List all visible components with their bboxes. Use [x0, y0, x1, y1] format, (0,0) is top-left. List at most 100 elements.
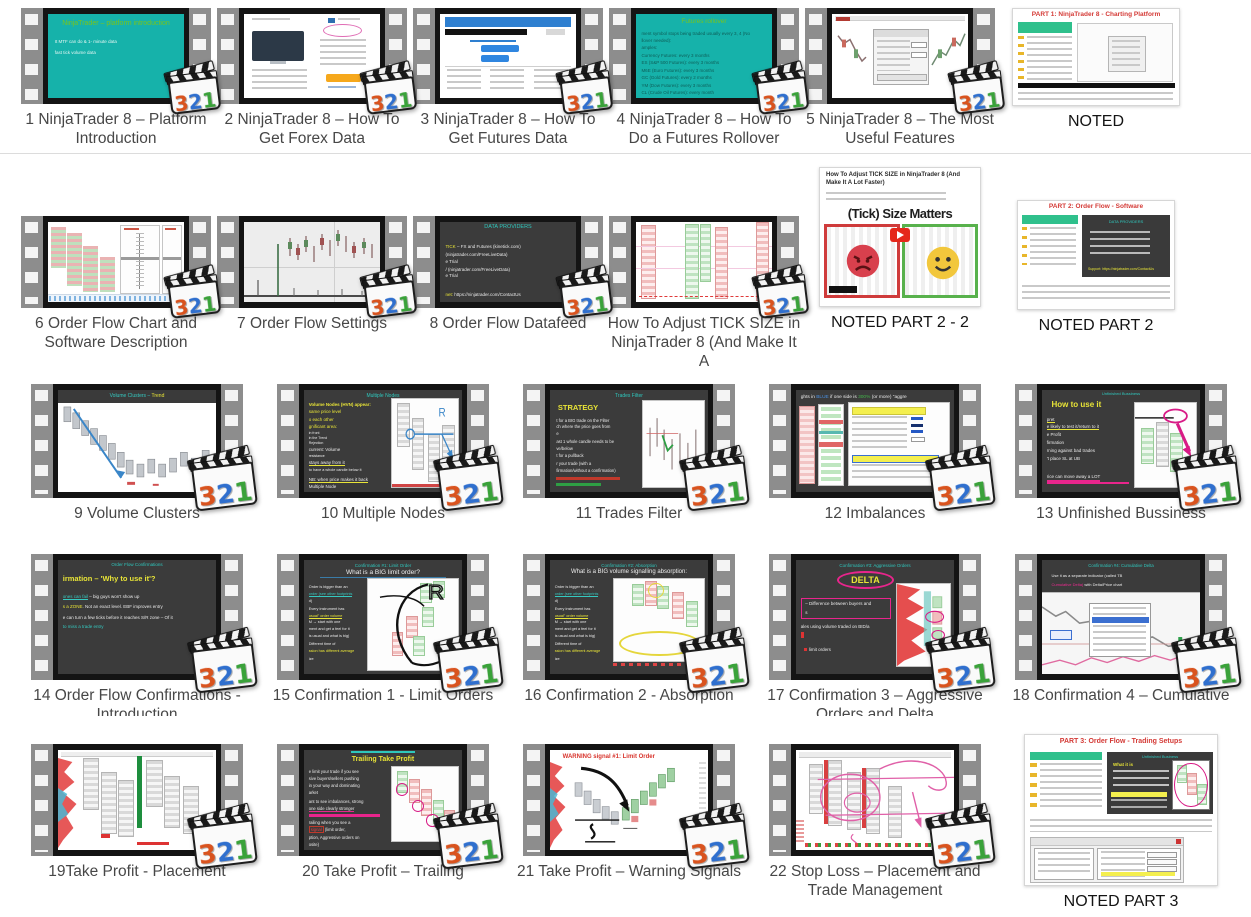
- indicator-dropdown: [1089, 603, 1151, 657]
- video-caption[interactable]: 2 NinjaTrader 8 – How To Get Forex Data: [214, 110, 410, 148]
- play-triangle: [897, 231, 904, 239]
- support-line: Support: https://ninjatrader.com/Contact…: [1088, 267, 1164, 271]
- slide-title: Confirmation #4: Cumulative Delta: [1042, 563, 1200, 568]
- doc-caption[interactable]: NOTED: [1068, 112, 1124, 131]
- video-item-15[interactable]: Confirmation #1: Limit Order What is a B…: [260, 554, 506, 705]
- media-player-classic-icon: 321: [755, 271, 810, 319]
- doc-caption[interactable]: NOTED PART 2 - 2: [831, 313, 969, 332]
- slide-line: CL (Crude Oil Futures): every month: [641, 90, 714, 95]
- list-icons: [1018, 36, 1024, 80]
- screenshot-area: [1077, 23, 1173, 82]
- footprint-stack: [83, 246, 98, 292]
- happy-image-box: [902, 224, 978, 298]
- video-item-5[interactable]: 321 5 NinjaTrader 8 – The Most Useful Fe…: [802, 8, 998, 148]
- video-caption[interactable]: 9 Volume Clusters: [74, 504, 200, 523]
- video-item-1[interactable]: NinjaTrader – platform introduction It M…: [18, 8, 214, 148]
- doc-item-noted[interactable]: PART 1: NinjaTrader 8 - Charting Platfor…: [998, 8, 1194, 131]
- yellow-phrase: s a ZONE: [63, 604, 83, 609]
- video-item-12[interactable]: ghts in BLUE if one side is 300% (or mor…: [752, 384, 998, 523]
- video-item-17[interactable]: Confirmation #3: Aggressive Orders DELTA…: [752, 554, 998, 716]
- film-thumbnail: Trades Filter STRATEGY t for a BIG trade…: [523, 384, 735, 498]
- volume-profile: [550, 762, 567, 848]
- media-player-classic-icon: 321: [190, 810, 258, 869]
- doc-item-noted-2-2[interactable]: How To Adjust TICK SIZE in NinjaTrader 8…: [802, 167, 998, 332]
- video-item-8[interactable]: DATA PROVIDERS TICK – FX and Futures (ki…: [410, 216, 606, 333]
- video-item-6[interactable]: 321 6 Order Flow Chart and Software Desc…: [18, 216, 214, 352]
- slide-line: firmation: [1047, 440, 1064, 445]
- film-thumbnail: 321: [609, 216, 799, 308]
- red-word: signal: [309, 826, 324, 833]
- slide-line: Different time of: [555, 642, 582, 646]
- video-caption[interactable]: 11 Trades Filter: [576, 504, 683, 523]
- slide-line: e Trial: [445, 273, 457, 278]
- red-dashed-line: [639, 296, 770, 297]
- video-item-18[interactable]: Confirmation #4: Cumulative Delta Use it…: [998, 554, 1244, 705]
- blue-swatch: [911, 430, 923, 433]
- red-cells: [672, 592, 684, 619]
- film-sprockets-left: [217, 8, 239, 104]
- video-item-10[interactable]: Multiple Nodes Volume Nodes (HVN) appear…: [260, 384, 506, 523]
- film-thumbnail: 321: [217, 216, 407, 308]
- video-item-20[interactable]: Trailing Take Profit e limit your trade …: [260, 744, 506, 881]
- film-sprockets-left: [609, 216, 631, 308]
- video-item-4[interactable]: Futures rollover ment symbol stops being…: [606, 8, 802, 148]
- video-item-9[interactable]: Volume Clusters – Trend 321 9 Volume Clu…: [14, 384, 260, 523]
- row-separator: [0, 153, 1251, 154]
- video-caption[interactable]: 5 NinjaTrader 8 – The Most Useful Featur…: [802, 110, 998, 148]
- orange-button: [326, 74, 361, 82]
- video-caption[interactable]: 6 Order Flow Chart and Software Descript…: [18, 314, 214, 352]
- video-item-3[interactable]: 321 3 NinjaTrader 8 – How To Get Futures…: [410, 8, 606, 148]
- media-player-classic-icon: 321: [436, 634, 504, 693]
- slide-line: ption, Aggressive orders on: [309, 835, 360, 840]
- dialog-titlebar: [874, 30, 928, 36]
- slide-line: NB: when price makes it back: [309, 477, 368, 483]
- slide-line: Order is bigger than an: [309, 585, 348, 589]
- chart-thumb: [244, 222, 380, 302]
- slide-title: Confirmation #1: Limit Order: [304, 563, 462, 568]
- header-text: ghts in: [801, 395, 816, 400]
- video-caption[interactable]: 3 NinjaTrader 8 – How To Get Futures Dat…: [410, 110, 606, 148]
- chart-header: Volume Clusters – Trend: [58, 390, 216, 403]
- video-item-22[interactable]: 321 22 Stop Loss – Placement and Trade M…: [752, 744, 998, 900]
- video-item-14[interactable]: Order Flow Confirmations irmation – 'Why…: [14, 554, 260, 716]
- green-candle: [137, 756, 142, 828]
- thumbnail-row-2: 321 6 Order Flow Chart and Software Desc…: [0, 160, 1194, 371]
- video-item-19[interactable]: 321 19Take Profit - Placement: [14, 744, 260, 881]
- slide-line: ales using volume traded on BID/a: [801, 624, 870, 629]
- video-item-16[interactable]: Confirmation #2: Absorption What is a BI…: [506, 554, 752, 705]
- video-caption[interactable]: 4 NinjaTrader 8 – How To Do a Futures Ro…: [606, 110, 802, 148]
- slide-line: ch where the price goes from: [556, 424, 610, 429]
- video-item-2[interactable]: 321 2 NinjaTrader 8 – How To Get Forex D…: [214, 8, 410, 148]
- video-caption[interactable]: 7 Order Flow Settings: [237, 314, 387, 333]
- text-column: [447, 69, 481, 93]
- slide-line: resistance: [309, 454, 325, 458]
- video-item-21[interactable]: WARNING signal #1: Limit Order: [506, 744, 752, 881]
- video-caption[interactable]: 10 Multiple Nodes: [321, 504, 445, 523]
- doc-item-noted-2[interactable]: PART 2: Order Flow - Software DATA PROVI…: [998, 200, 1194, 335]
- video-item-7[interactable]: 321 7 Order Flow Settings: [214, 216, 410, 333]
- form-lines: [320, 39, 366, 69]
- panel-lines: [1113, 770, 1169, 786]
- film-thumbnail: 321: [413, 8, 603, 104]
- media-player-classic-icon: 321: [190, 452, 258, 511]
- delta-dot-row: [805, 843, 944, 847]
- highlight-word: net:: [445, 292, 453, 297]
- video-caption[interactable]: 20 Take Profit – Trailing: [302, 862, 464, 881]
- video-item-13[interactable]: Unfinished Bussiness How to use it pret …: [998, 384, 1244, 523]
- doc-caption[interactable]: NOTED PART 3: [1064, 892, 1179, 911]
- video-caption[interactable]: How To Adjust TICK SIZE in NinjaTrader 8…: [606, 314, 802, 371]
- red-column: [715, 227, 728, 299]
- doc-caption[interactable]: NOTED PART 2: [1039, 316, 1154, 335]
- film-screen: DATA PROVIDERS TICK – FX and Futures (ki…: [435, 216, 581, 308]
- media-player-classic-icon: 321: [363, 271, 418, 319]
- video-caption[interactable]: 1 NinjaTrader 8 – Platform Introduction: [18, 110, 214, 148]
- site-header: [445, 17, 570, 27]
- doc-item-noted-3[interactable]: PART 3: Order Flow - Trading Setups Unfi…: [998, 734, 1244, 911]
- slide-line: in front: [309, 431, 320, 435]
- text-column: [490, 69, 524, 93]
- prop-field: [1147, 852, 1177, 858]
- video-item-11[interactable]: Trades Filter STRATEGY t for a BIG trade…: [506, 384, 752, 523]
- video-caption[interactable]: 12 Imbalances: [825, 504, 926, 523]
- video-item-ticksize[interactable]: 321 How To Adjust TICK SIZE in NinjaTrad…: [606, 216, 802, 371]
- pink-bar: [309, 814, 380, 817]
